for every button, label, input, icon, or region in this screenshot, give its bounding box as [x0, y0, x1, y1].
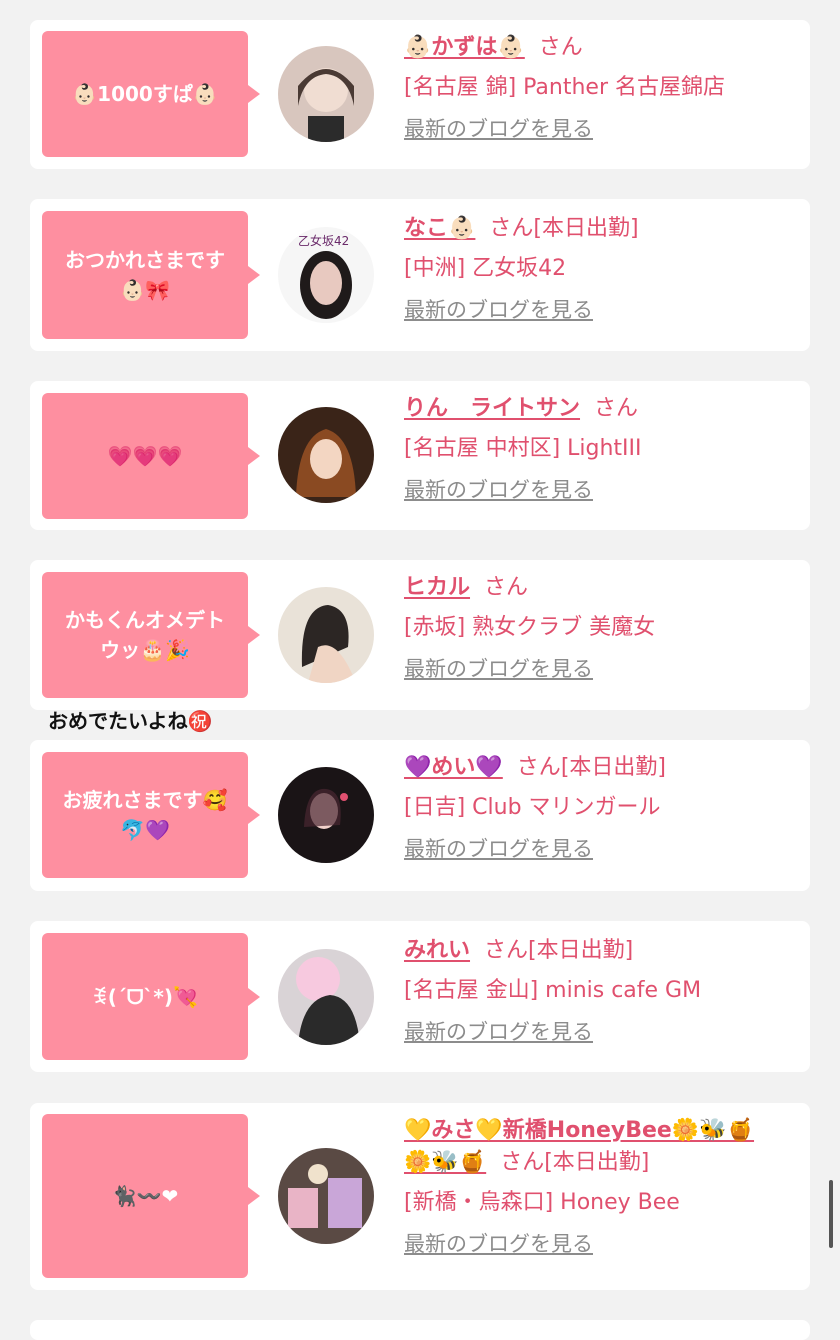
cast-name-link[interactable]: 💛みさ💛新橋HoneyBee🌼🐝🍯: [404, 1118, 754, 1143]
diary-card: お疲れさまです🥰 🐬💜 💜めい💜 さん[本日出勤] [日吉] Club マリンガー…: [30, 740, 810, 891]
status-badge: [本日出勤]: [560, 755, 666, 780]
shop-name: [赤坂] 熟女クラブ 美魔女: [404, 615, 656, 640]
latest-blog-link[interactable]: 最新のブログを見る: [404, 295, 593, 325]
shop-name: [日吉] Club マリンガール: [404, 795, 661, 820]
diary-card: 🐈‍⬛〰️❤ 💛みさ💛新橋HoneyBee🌼🐝🍯 🌼🐝🍯 さん[本日出勤] [新橋…: [30, 1103, 810, 1290]
latest-blog-link[interactable]: 最新のブログを見る: [404, 1017, 593, 1047]
cast-name-link-continued[interactable]: 🌼🐝🍯: [404, 1150, 486, 1175]
message-bubble: 🐈‍⬛〰️❤: [42, 1114, 260, 1278]
message-bubble: 💗💗💗: [42, 393, 260, 519]
svg-text:乙女坂42: 乙女坂42: [298, 233, 349, 248]
diary-card: 👶🏻1000すぱ👶🏻 👶🏻かずは👶🏻 さん [名古屋 錦] Panther 名古屋…: [30, 20, 810, 169]
honorific: さん: [484, 575, 529, 600]
scrollbar[interactable]: [829, 1180, 833, 1248]
honorific: さん: [500, 1150, 545, 1175]
cast-name-link[interactable]: りん ライトサン: [404, 396, 580, 421]
latest-blog-link[interactable]: 最新のブログを見る: [404, 114, 593, 144]
shop-name: [新橋・烏森口] Honey Bee: [404, 1190, 680, 1215]
diary-card: おつかれさまです 👶🏻🎀 乙女坂42 なこ👶🏻 さん[本日出勤] [中洲] 乙女坂…: [30, 199, 810, 351]
diary-card-partial: [30, 1320, 810, 1340]
avatar[interactable]: [278, 949, 374, 1045]
cast-name-link[interactable]: みれい: [404, 938, 470, 963]
honorific: さん: [489, 216, 534, 241]
shop-name: [名古屋 金山] minis cafe GM: [404, 978, 702, 1003]
message-bubble: おつかれさまです 👶🏻🎀: [42, 211, 260, 339]
message-bubble: お疲れさまです🥰 🐬💜: [42, 752, 260, 878]
shop-name: [名古屋 錦] Panther 名古屋錦店: [404, 75, 725, 100]
latest-blog-link[interactable]: 最新のブログを見る: [404, 1229, 593, 1259]
avatar[interactable]: [278, 767, 374, 863]
message-bubble: かもくんオメデト ウッ🎂🎉: [42, 572, 260, 698]
diary-card: ꉂ(ˊᗜˋ*)💘 みれい さん[本日出勤] [名古屋 金山] minis cafe…: [30, 921, 810, 1072]
diary-card: かもくんオメデト ウッ🎂🎉 ヒカル さん [赤坂] 熟女クラブ 美魔女 最新のブロ…: [30, 560, 810, 710]
message-bubble: ꉂ(ˊᗜˋ*)💘: [42, 933, 260, 1060]
shop-name: [中洲] 乙女坂42: [404, 256, 567, 281]
avatar[interactable]: [278, 407, 374, 503]
avatar[interactable]: [278, 1148, 374, 1244]
status-badge: [本日出勤]: [528, 938, 634, 963]
honorific: さん: [484, 938, 529, 963]
latest-blog-link[interactable]: 最新のブログを見る: [404, 475, 593, 505]
honorific: さん: [516, 755, 561, 780]
latest-blog-link[interactable]: 最新のブログを見る: [404, 834, 593, 864]
avatar[interactable]: 乙女坂42: [278, 227, 374, 323]
honorific: さん: [594, 396, 639, 421]
honorific: さん: [538, 35, 583, 60]
cast-name-link[interactable]: なこ👶🏻: [404, 216, 475, 241]
message-bubble: 👶🏻1000すぱ👶🏻: [42, 31, 260, 157]
latest-blog-link[interactable]: 最新のブログを見る: [404, 654, 593, 684]
status-badge: [本日出勤]: [544, 1150, 650, 1175]
status-badge: [本日出勤]: [533, 216, 639, 241]
avatar[interactable]: [278, 46, 374, 142]
cast-name-link[interactable]: ヒカル: [404, 575, 470, 600]
cast-name-link[interactable]: 💜めい💜: [404, 755, 503, 780]
avatar[interactable]: [278, 587, 374, 683]
shop-name: [名古屋 中村区] LightIII: [404, 436, 642, 461]
diary-card: 💗💗💗 りん ライトサン さん [名古屋 中村区] LightIII 最新のブログ…: [30, 381, 810, 530]
comment-text: おめでたいよね㊗️: [48, 709, 213, 733]
cast-name-link[interactable]: 👶🏻かずは👶🏻: [404, 35, 525, 60]
